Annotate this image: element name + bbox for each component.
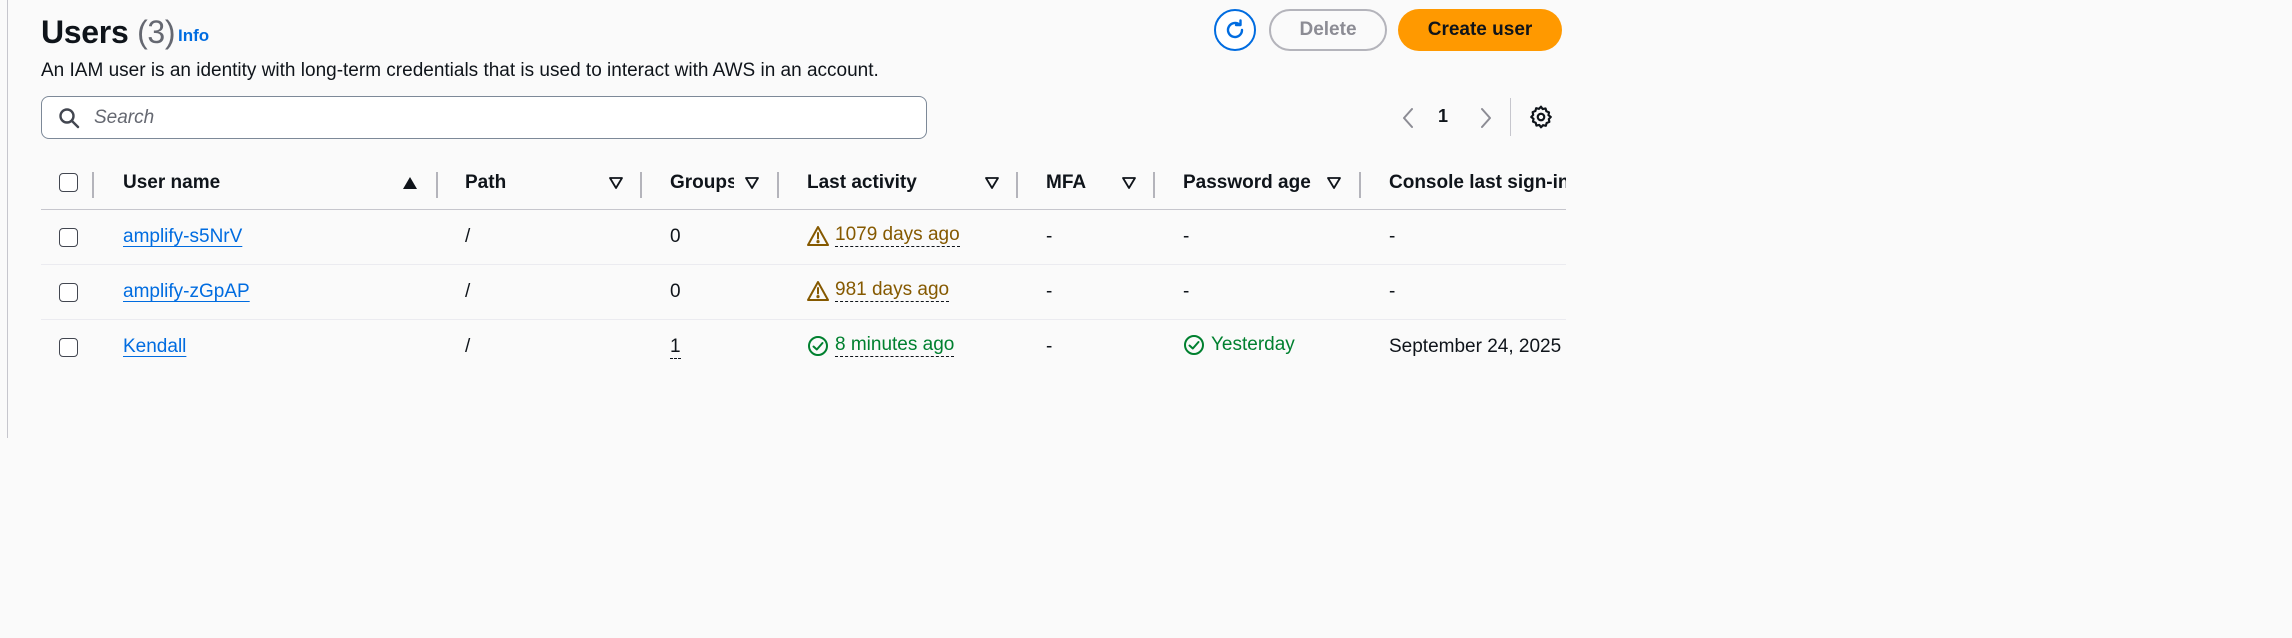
password-age-cell: Yesterday (1183, 334, 1295, 356)
success-check-icon (808, 335, 828, 356)
refresh-icon (1226, 19, 1244, 39)
column-header-console-last-sign-in[interactable]: Console last sign-in (1389, 172, 1566, 194)
column-divider[interactable] (777, 172, 779, 198)
last-activity-cell[interactable]: 8 minutes ago (807, 334, 955, 357)
path-cell: / (465, 281, 471, 302)
mfa-cell: - (1046, 226, 1053, 247)
column-divider[interactable] (640, 172, 642, 198)
user-name-link[interactable]: amplify-zGpAP (123, 281, 250, 302)
column-header-groups[interactable]: Groups (670, 172, 734, 194)
column-header-last-activity[interactable]: Last activity (807, 172, 917, 194)
groups-cell: 0 (670, 281, 681, 302)
chevron-left-icon (1403, 108, 1413, 128)
create-user-button[interactable]: Create user (1398, 9, 1562, 51)
last-activity-text[interactable]: 8 minutes ago (835, 334, 955, 357)
last-activity-text[interactable]: 981 days ago (835, 279, 950, 302)
chevron-right-icon (1481, 108, 1491, 128)
console-last-sign-in-cell: September 24, 2025 (1389, 336, 1562, 357)
warning-icon (807, 225, 829, 246)
user-name-link[interactable]: Kendall (123, 336, 186, 357)
column-divider[interactable] (1016, 172, 1018, 198)
info-link[interactable]: Info (178, 26, 209, 46)
search-icon (58, 107, 80, 129)
sort-icon[interactable] (1121, 175, 1137, 191)
sort-icon[interactable] (1326, 175, 1342, 191)
sort-ascending-icon[interactable] (402, 175, 418, 191)
password-age-cell: - (1183, 281, 1190, 302)
last-activity-text[interactable]: 1079 days ago (835, 224, 960, 247)
row-checkbox[interactable] (59, 228, 78, 247)
search-input[interactable] (92, 105, 896, 130)
gear-icon (1530, 105, 1552, 129)
success-check-icon (1184, 335, 1204, 355)
warning-icon (807, 280, 829, 301)
users-panel: Users (3) Info An IAM user is an identit… (0, 0, 1566, 638)
table-row: amplify-s5NrV / 0 1079 days ago - - - (41, 210, 1566, 265)
user-count: (3) (137, 14, 176, 50)
page-title-text: Users (41, 14, 129, 50)
page-title: Users (3) (41, 10, 176, 54)
sort-icon[interactable] (744, 175, 760, 191)
column-header-mfa[interactable]: MFA (1046, 172, 1086, 194)
mfa-cell: - (1046, 281, 1053, 302)
select-all-checkbox[interactable] (59, 173, 78, 192)
table-settings-button[interactable] (1528, 104, 1554, 130)
pagination-divider (1510, 98, 1511, 136)
path-cell: / (465, 226, 471, 247)
last-activity-cell[interactable]: 1079 days ago (807, 224, 960, 247)
last-activity-cell[interactable]: 981 days ago (807, 279, 950, 302)
console-last-sign-in-cell: - (1389, 281, 1396, 302)
column-header-password-age[interactable]: Password age (1183, 172, 1311, 194)
search-box[interactable] (41, 96, 927, 139)
column-divider[interactable] (1153, 172, 1155, 198)
page-description: An IAM user is an identity with long-ter… (41, 60, 879, 81)
path-cell: / (465, 336, 471, 357)
groups-cell: 0 (670, 226, 681, 247)
previous-page-button[interactable] (1398, 106, 1418, 130)
current-page-number[interactable]: 1 (1438, 106, 1448, 127)
refresh-button[interactable] (1214, 9, 1256, 51)
password-age-text: Yesterday (1211, 334, 1295, 355)
table-row: Kendall / 1 8 minutes ago - Yesterday Se… (41, 320, 1566, 374)
groups-count-link[interactable]: 1 (670, 336, 681, 359)
column-divider (92, 172, 94, 198)
table-header: User name Path Groups Last activity MFA … (41, 162, 1566, 210)
column-divider[interactable] (436, 172, 438, 198)
column-header-user-name[interactable]: User name (123, 172, 220, 194)
row-checkbox[interactable] (59, 283, 78, 302)
delete-button[interactable]: Delete (1269, 9, 1387, 51)
panel-border (7, 0, 8, 438)
console-last-sign-in-cell: - (1389, 226, 1396, 247)
table-row: amplify-zGpAP / 0 981 days ago - - - (41, 265, 1566, 320)
sort-icon[interactable] (608, 175, 624, 191)
mfa-cell: - (1046, 336, 1053, 357)
next-page-button[interactable] (1476, 106, 1496, 130)
sort-icon[interactable] (984, 175, 1000, 191)
column-divider[interactable] (1359, 172, 1361, 198)
user-name-link[interactable]: amplify-s5NrV (123, 226, 242, 247)
password-age-cell: - (1183, 226, 1190, 247)
column-header-path[interactable]: Path (465, 172, 506, 194)
row-checkbox[interactable] (59, 338, 78, 357)
